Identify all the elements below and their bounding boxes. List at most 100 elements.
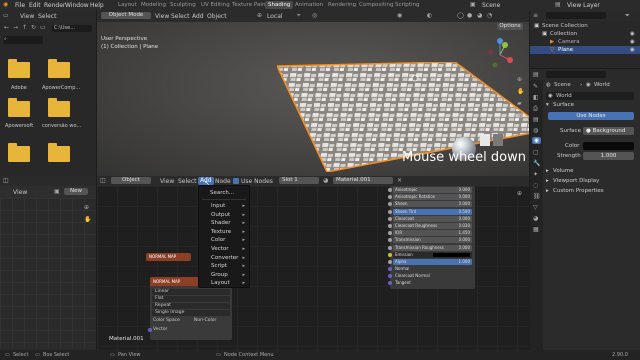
menu-edit[interactable]: Edit: [29, 2, 41, 9]
output-tab-icon[interactable]: ⎙: [533, 105, 538, 112]
bsdf-input-row[interactable]: Transmission 0.000: [388, 237, 472, 244]
add-menu-item-group[interactable]: Group ▸: [199, 272, 249, 280]
volume-chevron[interactable]: ▸: [546, 168, 549, 174]
view-layer-tab-icon[interactable]: ▤: [533, 116, 539, 123]
pan-hand-icon[interactable]: ✋: [517, 88, 524, 95]
zoom-icon[interactable]: ⊕: [517, 76, 522, 83]
object-mode-dropdown[interactable]: Object Mode: [101, 12, 151, 19]
tab-compositing[interactable]: Compositing: [356, 1, 396, 9]
vp-object-menu[interactable]: Object: [207, 13, 227, 20]
physics-tab-icon[interactable]: ◌: [533, 182, 538, 189]
scene-name[interactable]: Scene: [482, 2, 500, 9]
folder-icon[interactable]: [48, 59, 70, 78]
input-socket[interactable]: [388, 216, 392, 221]
ne-select-menu[interactable]: Select: [178, 178, 197, 185]
add-menu-item-layout[interactable]: Layout ▸: [199, 280, 249, 288]
node-editor-canvas[interactable]: NORMAL MAP NORMAL MAP Linear Flat Repeat…: [97, 186, 529, 350]
shading-solid-icon[interactable]: ●: [467, 12, 472, 19]
blender-logo-icon[interactable]: ◉: [3, 1, 8, 8]
outliner-row-camera[interactable]: ▶ Camera ◉: [530, 38, 640, 46]
refresh-icon[interactable]: ↻: [31, 24, 36, 31]
properties-editor-icon[interactable]: ▤: [533, 71, 539, 78]
breadcrumb-world[interactable]: World: [594, 82, 610, 88]
breadcrumb-scene[interactable]: Scene: [554, 82, 571, 88]
image-row[interactable]: Repeat: [152, 303, 230, 309]
shader-type-dropdown[interactable]: Object: [111, 177, 151, 184]
render-tab-icon[interactable]: ◧: [533, 94, 539, 101]
bsdf-input-row[interactable]: Alpha 1.000: [388, 259, 472, 265]
grid-icon[interactable]: ▦: [517, 112, 523, 119]
overlays-icon[interactable]: ◐: [427, 12, 432, 19]
tab-shading[interactable]: Shading: [265, 1, 294, 9]
close-icon[interactable]: ✕: [397, 177, 402, 184]
image-row[interactable]: Linear: [152, 289, 230, 295]
transform-orientation-icon[interactable]: ⊕: [257, 12, 262, 19]
pan-hand-icon[interactable]: ✋: [84, 216, 91, 223]
view-layer-name[interactable]: View Layer: [567, 2, 600, 9]
color-space-value[interactable]: Non-Color: [194, 318, 216, 323]
bsdf-input-row[interactable]: Sheen 0.000: [388, 201, 472, 208]
tab-sculpting[interactable]: Sculpting: [167, 1, 199, 9]
texture-tab-icon[interactable]: ▦: [533, 226, 539, 233]
outliner-row-plane[interactable]: ▽ Plane ◉: [530, 46, 640, 54]
filter-icon[interactable]: ⏷: [625, 12, 630, 19]
fb-view-menu[interactable]: View: [20, 13, 34, 20]
add-menu-item-input[interactable]: Input ▸: [199, 203, 249, 211]
bsdf-input-row[interactable]: Sheen Tint 0.500: [388, 208, 472, 215]
tab-layout[interactable]: Layout: [115, 1, 140, 9]
back-icon[interactable]: ←: [4, 24, 9, 31]
menu-file[interactable]: File: [15, 2, 25, 9]
folder-icon[interactable]: [8, 59, 30, 78]
add-menu-item-texture[interactable]: Texture ▸: [199, 229, 249, 237]
options-dropdown[interactable]: Options: [497, 23, 523, 30]
modifier-tab-icon[interactable]: 🔧: [533, 160, 540, 167]
outliner-row-collection[interactable]: ▣ Collection ◉: [530, 30, 640, 38]
shading-material-icon[interactable]: ◕: [477, 12, 482, 19]
surface-section-chevron[interactable]: ▾: [546, 102, 549, 108]
folder-icon[interactable]: [48, 143, 70, 162]
add-menu-item-script[interactable]: Script ▸: [199, 263, 249, 271]
new-folder-icon[interactable]: ▭: [40, 24, 46, 31]
properties-search-input[interactable]: [546, 71, 606, 78]
image-row[interactable]: Flat: [152, 296, 230, 302]
surface-shader-field[interactable]: ● Background: [583, 127, 634, 135]
outliner-search-input[interactable]: [546, 12, 606, 19]
input-socket[interactable]: [388, 260, 392, 264]
vector-socket[interactable]: [388, 267, 392, 272]
vector-socket[interactable]: [388, 281, 392, 286]
menu-render[interactable]: Render: [44, 2, 65, 9]
data-tab-icon[interactable]: ▽: [533, 204, 538, 211]
normal-map-node[interactable]: NORMAL MAP: [146, 253, 191, 261]
outliner-editor-icon[interactable]: ≡: [533, 12, 538, 19]
fb-search-input[interactable]: ⌕: [3, 36, 43, 44]
use-nodes-button[interactable]: Use Nodes: [548, 112, 634, 120]
bsdf-vector-input[interactable]: Normal: [388, 266, 472, 272]
ne-node-menu[interactable]: Node: [215, 178, 231, 185]
tab-modeling[interactable]: Modeling: [138, 1, 169, 9]
bsdf-vector-input[interactable]: Clearcoat Normal: [388, 273, 472, 279]
vector-socket[interactable]: [388, 274, 392, 279]
vp-view-menu[interactable]: View: [155, 13, 169, 20]
color-swatch[interactable]: [583, 142, 634, 150]
eye-icon[interactable]: ◉: [630, 46, 635, 54]
add-menu-item-output[interactable]: Output ▸: [199, 212, 249, 220]
principled-bsdf-node[interactable]: Anisotropic 0.000 Anisotropic Rotation 0.00…: [388, 186, 475, 289]
folder-icon[interactable]: [8, 143, 30, 162]
camera-view-icon[interactable]: ▰: [517, 100, 522, 107]
input-socket[interactable]: [388, 224, 392, 228]
visibility-icon[interactable]: ◉: [397, 12, 402, 19]
bsdf-input-row[interactable]: Anisotropic Rotation 0.000: [388, 194, 472, 201]
scene-tab-icon[interactable]: ◍: [533, 127, 538, 134]
constraints-tab-icon[interactable]: ⛓: [533, 193, 541, 200]
menu-help[interactable]: Help: [90, 2, 104, 9]
custom-properties-section[interactable]: Custom Properties: [553, 188, 604, 194]
proportional-edit-icon[interactable]: ◎: [312, 12, 317, 19]
input-socket[interactable]: [388, 238, 392, 243]
fb-select-menu[interactable]: Select: [38, 13, 57, 20]
tab-scripting[interactable]: Scripting: [392, 1, 422, 9]
add-menu-search[interactable]: Search...: [210, 190, 234, 196]
new-image-button[interactable]: New: [64, 188, 88, 195]
snap-icon[interactable]: ⌖: [297, 12, 300, 19]
vector-socket[interactable]: [148, 328, 152, 332]
folder-icon[interactable]: [48, 98, 70, 117]
